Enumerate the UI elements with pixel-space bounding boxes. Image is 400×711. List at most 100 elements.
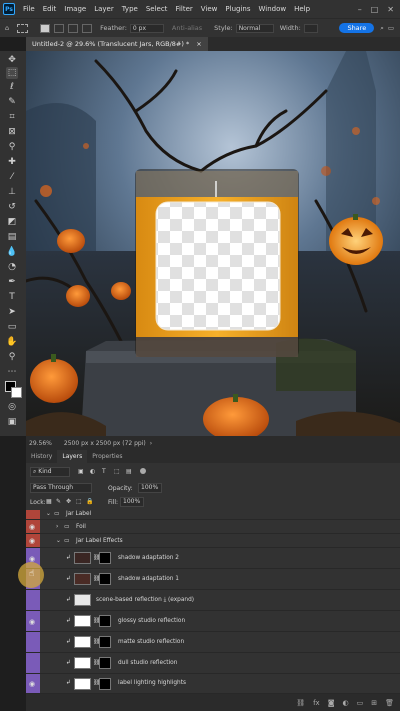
gradient-tool-icon[interactable]: ▤ [6,231,18,243]
visibility-column[interactable] [26,632,40,652]
menu-filter[interactable]: Filter [171,5,196,13]
tab-layers[interactable]: Layers [57,450,88,463]
status-arrow-icon[interactable]: › [150,440,152,447]
layer-row[interactable]: ◉ ↲ ⛓ label lighting highlights [26,674,400,694]
document-tab[interactable]: Untitled-2 @ 29.6% (Translucent Jars, RG… [26,37,208,51]
chevron-right-icon[interactable]: › [56,524,58,530]
layer-mask-thumbnail[interactable] [99,657,111,669]
eye-icon[interactable]: ◉ [29,537,35,545]
rectangular-marquee-icon[interactable]: ⬚ [6,67,18,79]
visibility-column[interactable]: ◉ [26,611,40,631]
menu-help[interactable]: Help [290,5,314,13]
chevron-down-icon[interactable]: ⌄ [56,538,61,544]
layer-row[interactable]: ⌄ ▭ Jar Label [26,510,400,520]
layer-row[interactable]: ◉ ↲ ⛓ glossy studio reflection [26,611,400,632]
home-icon[interactable]: ⌂ [5,24,9,32]
close-tab-icon[interactable]: × [196,40,201,48]
opacity-input[interactable]: 100% [138,483,162,493]
clone-stamp-icon[interactable]: ⊥ [6,186,18,198]
zoom-level[interactable]: 29.56% [29,440,52,447]
menu-image[interactable]: Image [60,5,90,13]
menu-edit[interactable]: Edit [39,5,61,13]
healing-brush-icon[interactable]: ✚ [6,156,18,168]
menu-file[interactable]: File [19,5,39,13]
chevron-down-icon[interactable]: ⌄ [46,511,51,517]
visibility-column[interactable]: ◉ [26,520,40,533]
subtract-selection-icon[interactable] [68,23,79,33]
brush-tool-icon[interactable]: ⁄ [6,171,18,183]
share-button[interactable]: Share [339,23,375,33]
pixel-filter-icon[interactable]: ▣ [78,468,84,475]
filter-toggle-icon[interactable] [140,468,146,474]
tab-history[interactable]: History [26,450,57,463]
trash-icon[interactable]: 🗑 [385,699,394,707]
menu-layer[interactable]: Layer [90,5,118,13]
rectangle-tool-icon[interactable]: ▭ [6,321,18,333]
menu-select[interactable]: Select [142,5,172,13]
new-group-icon[interactable]: ▭ [357,699,364,707]
history-brush-icon[interactable]: ↺ [6,201,18,213]
lock-all-icon[interactable]: 🔒 [86,498,93,505]
workspace-icon[interactable]: ▭ [388,24,394,32]
kind-filter-select[interactable]: ⌕ Kind [30,467,70,477]
blur-tool-icon[interactable]: 💧 [6,246,18,258]
close-icon[interactable]: ✕ [387,5,394,14]
eye-icon[interactable]: ◉ [29,523,35,531]
add-mask-icon[interactable]: ◙ [328,699,335,707]
hand-tool-icon[interactable]: ✋ [6,336,18,348]
eraser-icon[interactable]: ◩ [6,216,18,228]
quick-selection-icon[interactable]: ✎ [6,96,18,108]
layer-row[interactable]: ↲ scene-based reflection ⤓ (expand) [26,590,400,611]
menu-window[interactable]: Window [254,5,290,13]
tab-properties[interactable]: Properties [87,450,127,463]
visibility-column[interactable]: ◉ [26,674,40,693]
search-icon[interactable]: ⌕ [380,24,384,33]
type-filter-icon[interactable]: T [102,468,106,475]
document-canvas[interactable] [26,51,400,436]
layer-row[interactable]: ◉ ⌄ ▭ Jar Label Effects [26,534,400,548]
visibility-column[interactable] [26,590,40,610]
smart-object-filter-icon[interactable]: ▤ [126,468,132,475]
anti-alias-checkbox[interactable]: Anti-alias [172,24,202,32]
eye-icon[interactable]: ◉ [29,680,35,688]
lock-paint-icon[interactable]: ✎ [56,498,61,505]
layer-mask-thumbnail[interactable] [99,573,111,585]
lasso-tool-icon[interactable]: ℓ [6,81,18,93]
eyedropper-icon[interactable]: ⚲ [6,141,18,153]
layer-row[interactable]: ↲ ⛓ matte studio reflection [26,632,400,653]
layer-mask-thumbnail[interactable] [99,678,111,690]
layer-row[interactable]: ↲ ⛓ shadow adaptation 1 [26,569,400,590]
background-color-swatch[interactable] [11,387,22,398]
quick-mask-icon[interactable]: ◎ [6,401,18,413]
frame-tool-icon[interactable]: ⊠ [6,126,18,138]
lock-pixels-icon[interactable]: ▦ [46,498,52,505]
menu-view[interactable]: View [197,5,222,13]
layer-row[interactable]: ◉ ↲ ⛓ shadow adaptation 2 [26,548,400,569]
fx-icon[interactable]: fx [313,699,320,707]
layer-mask-thumbnail[interactable] [99,636,111,648]
zoom-tool-icon[interactable]: ⚲ [6,351,18,363]
type-tool-icon[interactable]: T [6,291,18,303]
minimize-icon[interactable]: – [358,5,362,14]
visibility-column[interactable] [26,653,40,673]
blend-mode-select[interactable]: Pass Through [30,483,92,493]
lock-position-icon[interactable]: ✥ [66,498,71,505]
pen-tool-icon[interactable]: ✒ [6,276,18,288]
adjustment-filter-icon[interactable]: ◐ [90,468,95,475]
menu-plugins[interactable]: Plugins [221,5,254,13]
style-select[interactable]: Normal [235,23,274,33]
adjustment-layer-icon[interactable]: ◐ [343,699,349,707]
dodge-tool-icon[interactable]: ◔ [6,261,18,273]
path-selection-icon[interactable]: ➤ [6,306,18,318]
layer-mask-thumbnail[interactable] [99,615,111,627]
lock-artboard-icon[interactable]: ⬚ [76,498,82,505]
layer-row[interactable]: ◉ › ▭ Foil [26,520,400,534]
visibility-column[interactable] [26,510,40,519]
visibility-column[interactable]: ◉ [26,534,40,547]
layer-mask-thumbnail[interactable] [99,552,111,564]
intersect-selection-icon[interactable] [82,23,93,33]
new-layer-icon[interactable]: ⊞ [371,699,377,707]
menu-type[interactable]: Type [118,5,142,13]
move-tool-icon[interactable]: ✥ [6,54,18,66]
add-selection-icon[interactable] [54,23,65,33]
